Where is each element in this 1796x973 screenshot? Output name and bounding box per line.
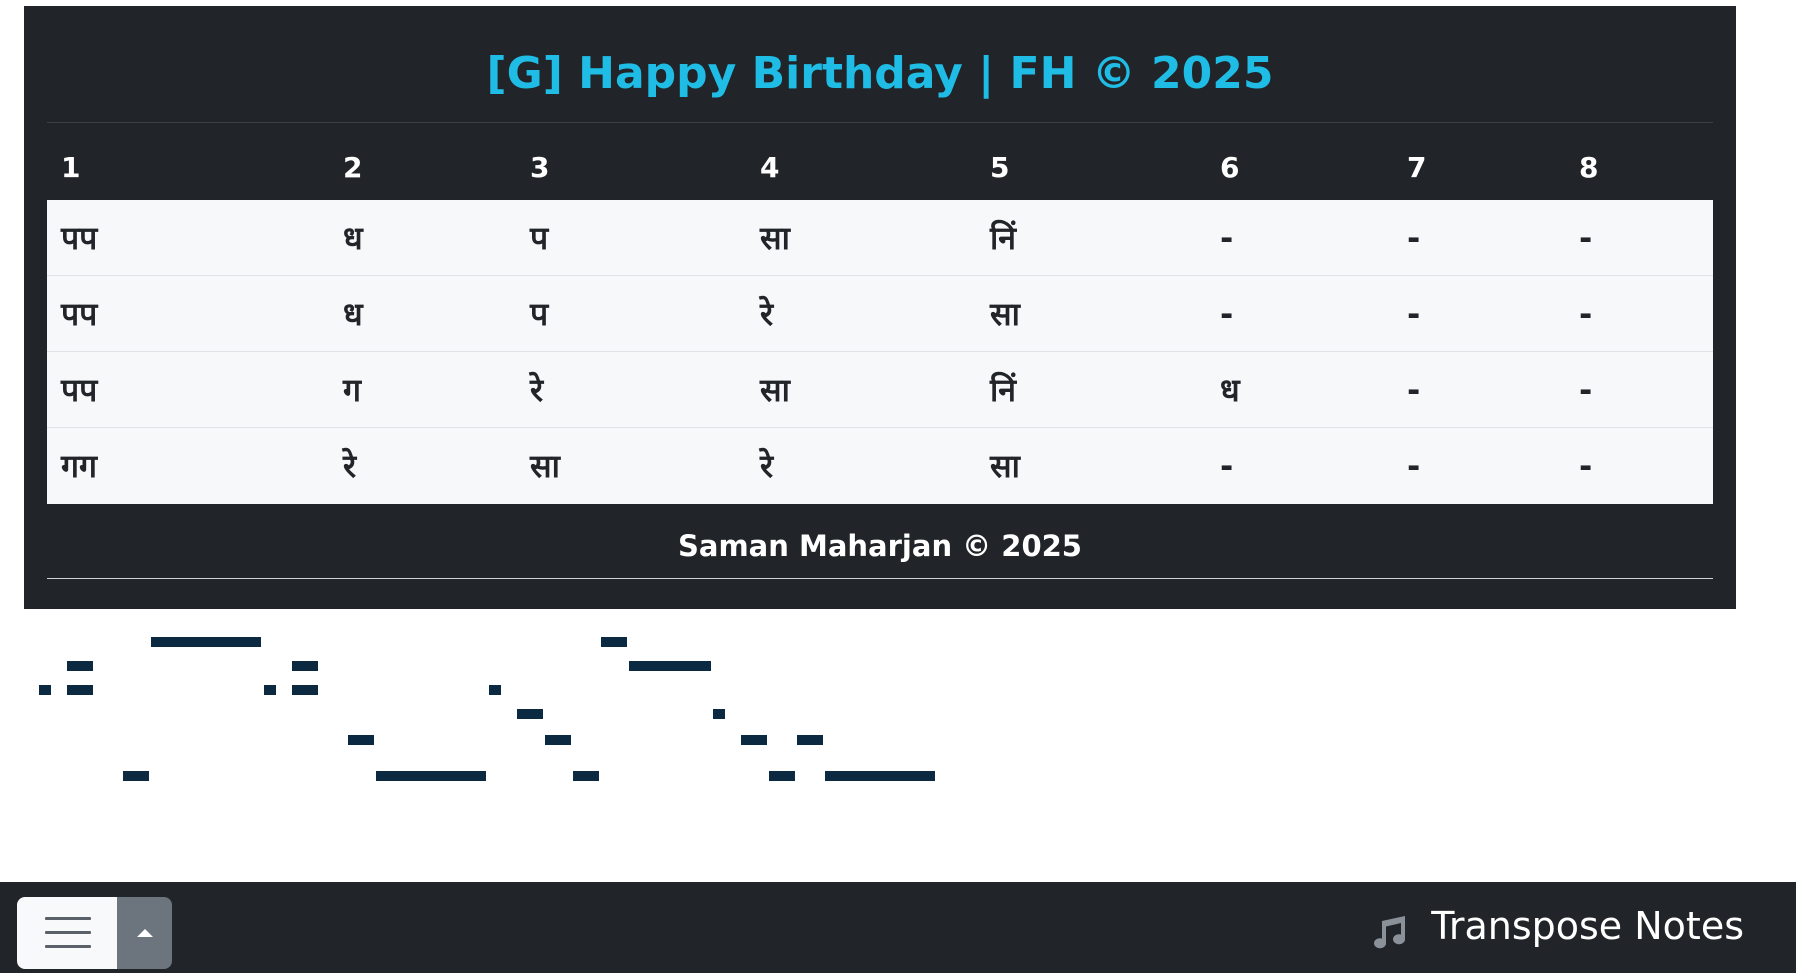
- table-cell: -: [1407, 295, 1421, 333]
- table-cell: -: [1407, 371, 1421, 409]
- pitch-contour-graph: [24, 625, 944, 785]
- pitch-bar: [797, 735, 823, 745]
- pitch-bar: [713, 709, 725, 719]
- table-row: पप ध प रे सा - - -: [47, 276, 1713, 352]
- table-cell: पप: [61, 371, 98, 409]
- pitch-bar: [292, 685, 318, 695]
- table-cell: -: [1407, 219, 1421, 257]
- pitch-bars: [39, 637, 935, 781]
- table-cell: -: [1220, 447, 1234, 485]
- pitch-bar: [292, 661, 318, 671]
- table-cell: सा: [990, 295, 1020, 333]
- table-cell: ध: [343, 219, 363, 257]
- pitch-bar: [629, 661, 711, 671]
- menu-button[interactable]: [17, 897, 117, 969]
- pitch-bar: [769, 771, 795, 781]
- pitch-bar: [67, 661, 93, 671]
- column-header: 1: [61, 151, 81, 184]
- dropup-toggle-button[interactable]: [117, 897, 172, 969]
- pitch-bar: [517, 709, 543, 719]
- table-cell: निं: [990, 219, 1017, 257]
- divider: [47, 578, 1713, 579]
- column-header: 3: [530, 151, 550, 184]
- table-row: पप ग रे सा निं ध - -: [47, 352, 1713, 428]
- table-cell: प: [530, 219, 549, 257]
- pitch-bar: [376, 771, 486, 781]
- transpose-notes-label: Transpose Notes: [1431, 904, 1744, 948]
- table-cell: निं: [990, 371, 1017, 409]
- pitch-bar: [39, 685, 51, 695]
- table-cell: -: [1579, 447, 1593, 485]
- pitch-bar: [573, 771, 599, 781]
- table-cell: रे: [760, 447, 774, 485]
- table-cell: प: [530, 295, 549, 333]
- pitch-bar: [123, 771, 149, 781]
- column-header: 6: [1220, 151, 1240, 184]
- pitch-bar: [264, 685, 276, 695]
- table-cell: रे: [343, 447, 357, 485]
- table-cell: -: [1579, 295, 1593, 333]
- column-header: 2: [343, 151, 363, 184]
- pitch-bar: [741, 735, 767, 745]
- table-cell: रे: [760, 295, 774, 333]
- table-cell: -: [1407, 447, 1421, 485]
- table-cell: -: [1220, 295, 1234, 333]
- table-cell: पप: [61, 219, 98, 257]
- table-cell: सा: [760, 219, 790, 257]
- table-cell: सा: [990, 447, 1020, 485]
- notation-table-body: पप ध प सा निं - - - पप ध प रे सा - - - प…: [47, 200, 1713, 504]
- pitch-bar: [825, 771, 935, 781]
- table-row: गग रे सा रे सा - - -: [47, 428, 1713, 504]
- divider: [47, 122, 1713, 123]
- pitch-bar: [348, 735, 374, 745]
- pitch-bar: [67, 685, 93, 695]
- table-cell: -: [1579, 219, 1593, 257]
- table-cell: ध: [343, 295, 363, 333]
- table-cell: पप: [61, 295, 98, 333]
- song-title: [G] Happy Birthday | FH © 2025: [486, 48, 1274, 99]
- column-header: 7: [1407, 151, 1427, 184]
- table-cell: सा: [530, 447, 560, 485]
- column-header: 4: [760, 151, 780, 184]
- table-header-row: 1 2 3 4 5 6 7 8: [47, 134, 1713, 202]
- notation-card: [G] Happy Birthday | FH © 2025 1 2 3 4 5…: [24, 6, 1736, 609]
- pitch-bar: [151, 637, 261, 647]
- table-cell: गग: [61, 447, 98, 485]
- pitch-contour-svg: [39, 637, 935, 781]
- column-header: 5: [990, 151, 1010, 184]
- table-cell: ध: [1220, 371, 1240, 409]
- table-row: पप ध प सा निं - - -: [47, 200, 1713, 276]
- music-note-icon: [1374, 916, 1406, 949]
- table-cell: सा: [760, 371, 790, 409]
- table-cell: ग: [343, 371, 362, 409]
- caret-up-icon: [137, 929, 153, 937]
- table-cell: -: [1579, 371, 1593, 409]
- table-cell: -: [1220, 219, 1234, 257]
- footer-credit: Saman Maharjan © 2025: [678, 529, 1082, 563]
- table-cell: रे: [530, 371, 544, 409]
- pitch-bar: [545, 735, 571, 745]
- bottom-toolbar: Transpose Notes: [0, 882, 1796, 973]
- column-header: 8: [1579, 151, 1599, 184]
- transpose-notes-button[interactable]: Transpose Notes: [1369, 896, 1744, 956]
- pitch-bar: [489, 685, 501, 695]
- pitch-bar: [601, 637, 627, 647]
